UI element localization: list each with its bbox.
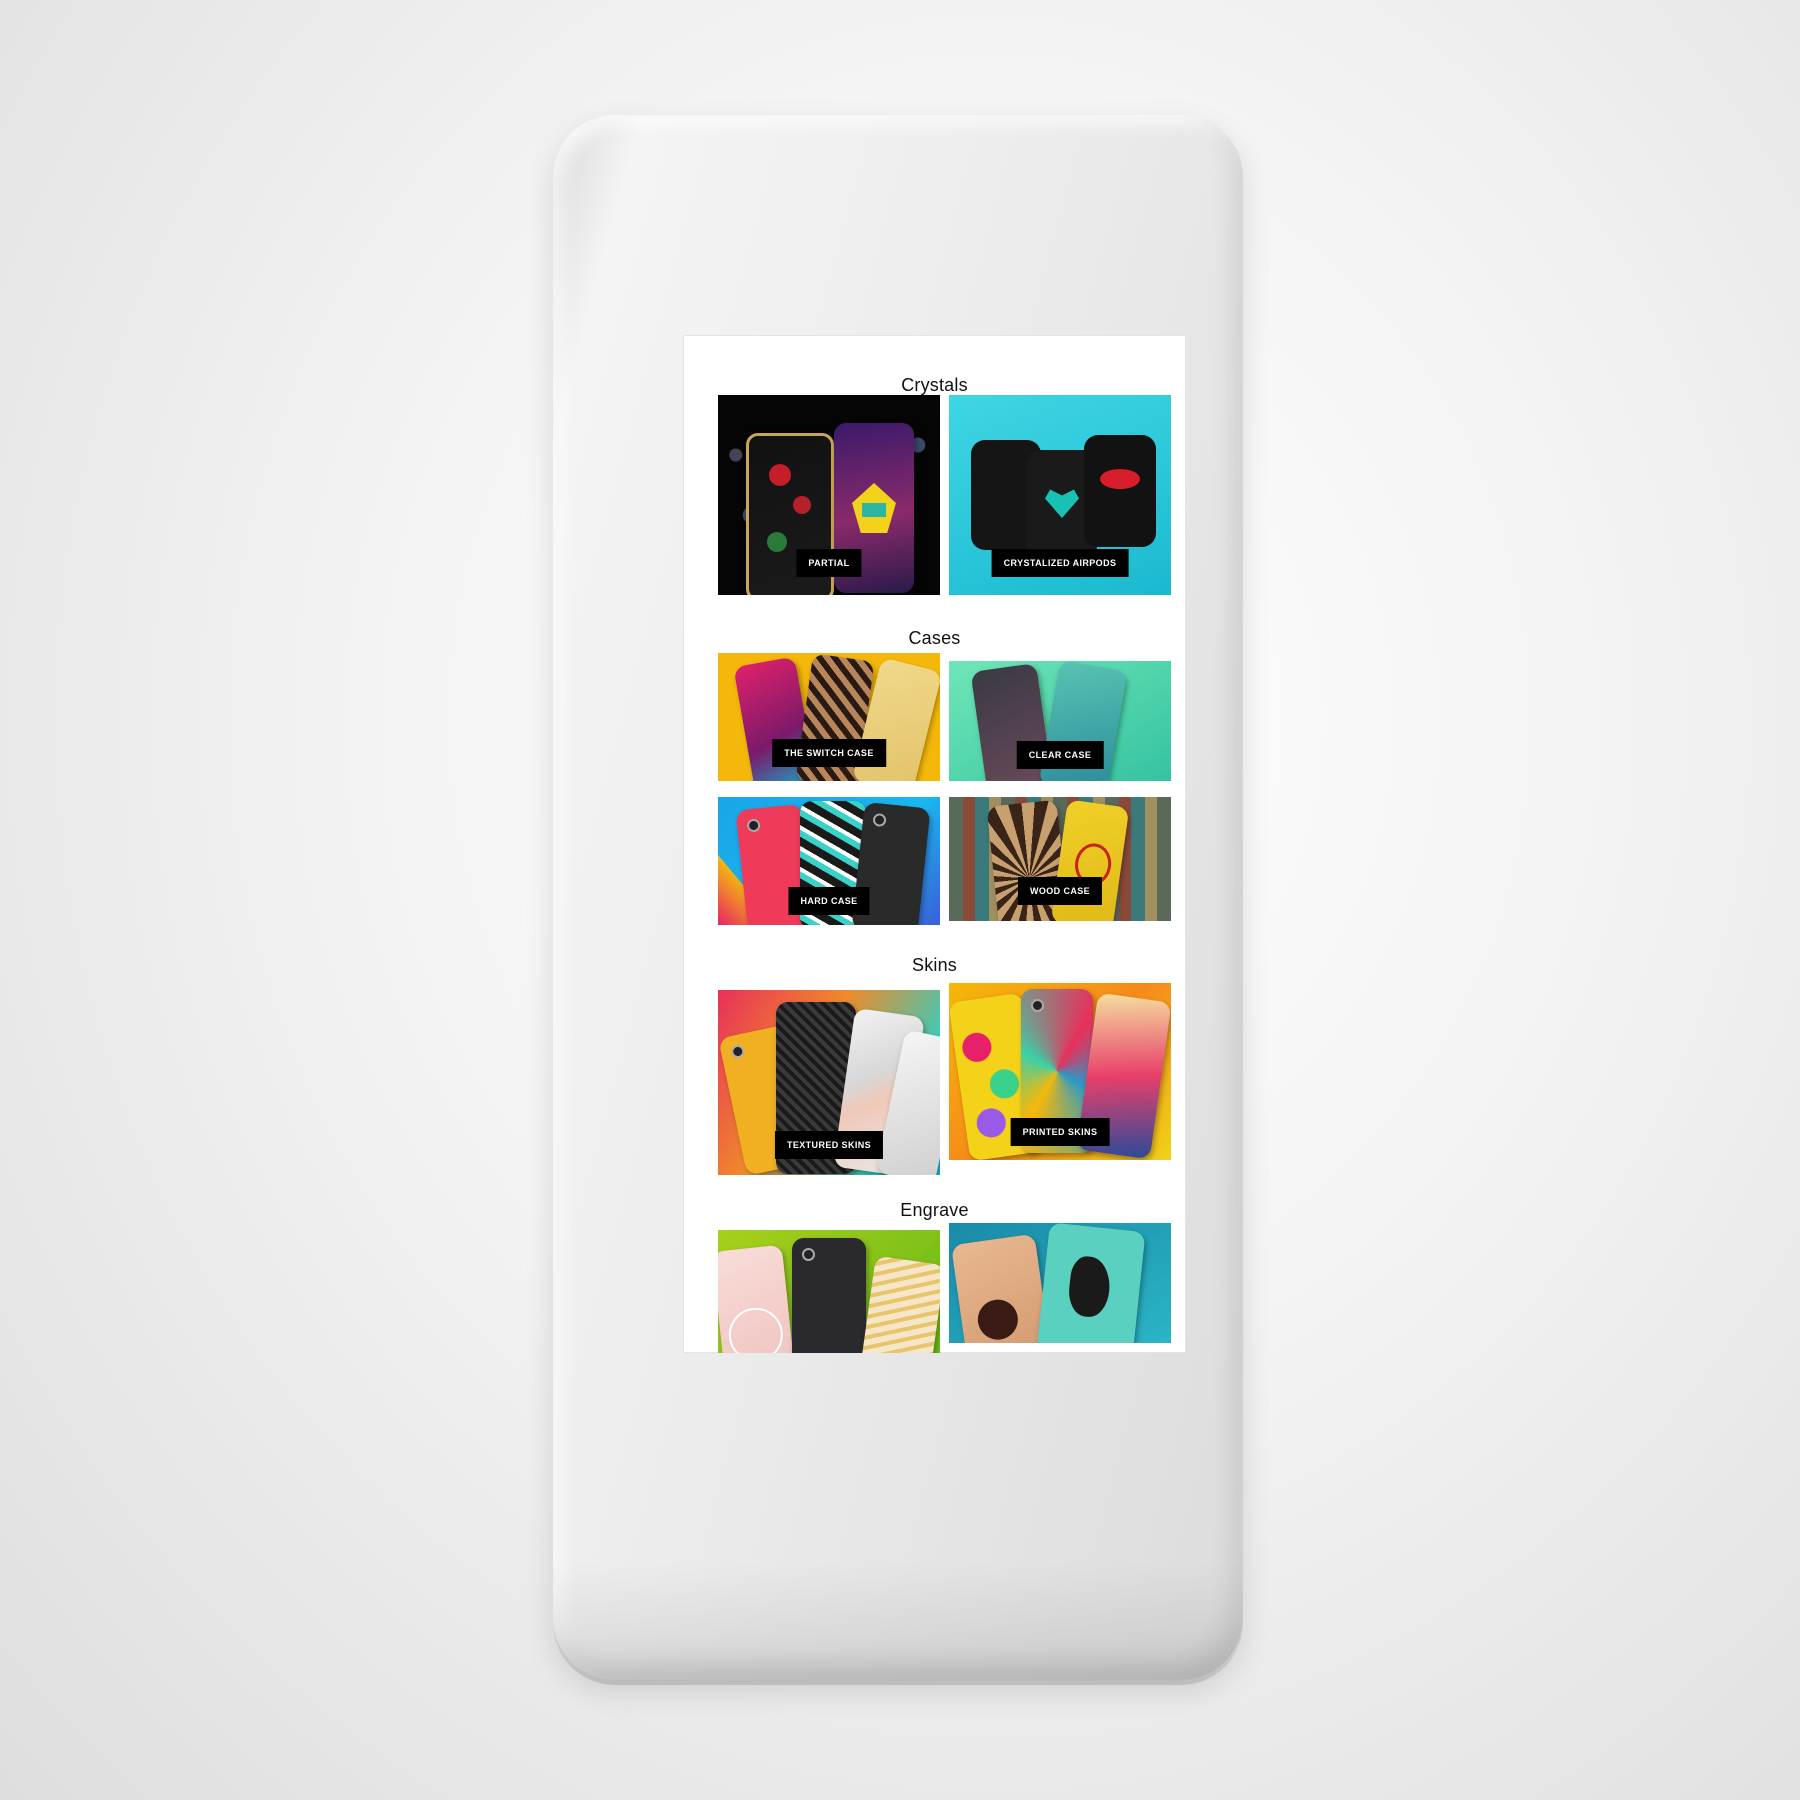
tile-engrave-wood[interactable] — [949, 1223, 1171, 1343]
tile-switch-case[interactable]: THE SWITCH CASE — [718, 653, 940, 781]
lips-icon — [1100, 469, 1140, 489]
section-title-crystals: Crystals — [901, 375, 968, 395]
tile-textured-skins[interactable]: TEXTURED SKINS — [718, 990, 940, 1175]
tile-wood-case[interactable]: WOOD CASE — [949, 797, 1171, 921]
section-title-engrave: Engrave — [900, 1200, 969, 1220]
airpods-case-lips — [1084, 435, 1156, 547]
tile-label-partial: PARTIAL — [796, 549, 862, 577]
tile-label-hard-case: HARD CASE — [788, 887, 870, 915]
heart-icon — [1045, 489, 1079, 518]
tile-label-clear-case: CLEAR CASE — [1016, 741, 1104, 769]
tile-partial[interactable]: PARTIAL — [718, 395, 940, 595]
tile-printed-skins[interactable]: PRINTED SKINS — [949, 983, 1171, 1160]
tile-crystallized-airpods[interactable]: CRYSTALIZED AIRPODS — [949, 395, 1171, 595]
tile-label-wood-case: WOOD CASE — [1017, 877, 1103, 905]
tile-label-printed-skins: PRINTED SKINS — [1010, 1118, 1110, 1146]
tile-engrave-apple[interactable] — [718, 1230, 940, 1353]
tile-label-switch-case: THE SWITCH CASE — [772, 739, 886, 767]
tile-hard-case[interactable]: HARD CASE — [718, 797, 940, 925]
tile-label-textured-skins: TEXTURED SKINS — [774, 1131, 884, 1159]
tile-clear-case[interactable]: CLEAR CASE — [949, 661, 1171, 781]
section-title-cases: Cases — [908, 628, 961, 648]
section-title-skins: Skins — [911, 955, 957, 975]
kiosk-screen: Crystals PARTIAL CRYSTALIZED AIRPODS Cas… — [683, 335, 1186, 1353]
tile-label-crystallized-airpods: CRYSTALIZED AIRPODS — [991, 549, 1129, 577]
